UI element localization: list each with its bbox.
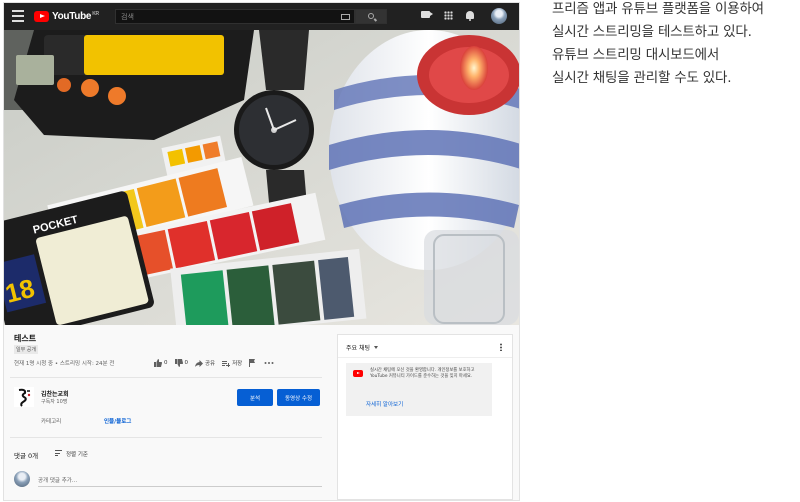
chat-mode-label: 주요 채팅	[346, 345, 370, 352]
top-bar: YouTubeKR 검색	[4, 3, 519, 30]
apps-grid-icon[interactable]	[444, 11, 453, 20]
search-icon	[368, 13, 374, 19]
live-chat-panel: 주요 채팅 실시간 채팅에 오신 것을 환영합니다. 개인정보를 보호하고 Yo…	[337, 334, 513, 500]
more-actions-button[interactable]	[264, 361, 276, 365]
keyboard-icon[interactable]	[341, 14, 350, 20]
like-button[interactable]: 0	[154, 359, 168, 367]
create-video-icon[interactable]	[421, 11, 433, 18]
category-label: 카테고리	[41, 419, 62, 425]
notifications-bell-icon[interactable]	[466, 11, 474, 21]
calligraphy-logo-icon	[18, 388, 31, 407]
thumbs-down-icon	[174, 359, 183, 367]
view-count-text: 현재 1명 시청 중 • 스트리밍 시작: 24분 전	[14, 361, 115, 367]
video-info-panel: 테스트 일부 공개 현재 1명 시청 중 • 스트리밍 시작: 24분 전 0 …	[4, 325, 334, 500]
caption-text: 프리즘 앱과 유튜브 플랫폼을 이용하여 실시간 스트리밍을 테스트하고 있다.…	[552, 0, 800, 90]
save-button[interactable]: 저장	[222, 359, 242, 367]
youtube-play-icon	[34, 10, 49, 22]
logo-text: YouTubeKR	[52, 11, 99, 22]
dislike-button[interactable]: 0	[174, 359, 189, 367]
comments-count: 댓글 0개	[14, 452, 39, 460]
caption-line: 프리즘 앱과 유튜브 플랫폼을 이용하여	[552, 1, 764, 17]
youtube-screenshot: YouTubeKR 검색 18 POCKET 테스트 일부 공개 현재 1명 시…	[4, 3, 519, 500]
video-player[interactable]: 18 POCKET	[4, 30, 519, 325]
channel-avatar[interactable]	[14, 387, 34, 407]
sort-label: 정렬 기준	[66, 452, 88, 458]
caption-line: 실시간 스트리밍을 테스트하고 있다.	[552, 24, 752, 40]
analytics-button[interactable]: 분석	[237, 389, 273, 406]
user-avatar	[14, 471, 30, 487]
share-button[interactable]: 공유	[195, 359, 215, 367]
divider	[10, 377, 322, 378]
search-button[interactable]	[355, 9, 387, 24]
share-label: 공유	[205, 361, 216, 367]
edit-video-button[interactable]: 동영상 수정	[277, 389, 320, 406]
divider	[10, 437, 322, 438]
search-input[interactable]: 검색	[115, 9, 355, 24]
account-avatar[interactable]	[491, 8, 507, 24]
video-title: 테스트	[14, 334, 37, 343]
search-placeholder: 검색	[121, 13, 134, 21]
chat-mode-dropdown[interactable]: 주요 채팅	[346, 343, 378, 352]
dislike-count: 0	[184, 360, 189, 366]
logo-wordmark: YouTube	[52, 10, 92, 22]
learn-more-link[interactable]: 자세히 알아보기	[366, 400, 403, 408]
save-label: 저장	[232, 361, 243, 367]
video-actions: 0 0 공유 저장	[154, 358, 283, 368]
thumbs-up-icon	[154, 359, 162, 367]
playlist-add-icon	[222, 360, 231, 367]
logo-country: KR	[92, 10, 99, 17]
like-count: 0	[164, 360, 168, 366]
visibility-badge: 일부 공개	[14, 345, 38, 354]
comment-input[interactable]: 공개 댓글 추가...	[38, 476, 322, 487]
youtube-logo[interactable]: YouTubeKR	[34, 10, 99, 22]
sort-comments-button[interactable]: 정렬 기준	[55, 450, 88, 458]
chevron-down-icon	[374, 346, 378, 349]
chat-welcome-notice: 실시간 채팅에 오신 것을 환영합니다. 개인정보를 보호하고 YouTube …	[346, 363, 492, 416]
sort-icon	[55, 450, 62, 458]
report-flag-button[interactable]	[249, 359, 257, 367]
subscriber-count: 구독자 10명	[41, 399, 68, 405]
channel-name[interactable]: 김찬는교회	[41, 389, 69, 398]
more-vertical-icon[interactable]	[500, 343, 502, 351]
caption-line: 유튜브 스트리밍 대시보드에서	[552, 47, 720, 63]
flag-icon	[249, 359, 256, 367]
notice-text: 실시간 채팅에 오신 것을 환영합니다. 개인정보를 보호하고 YouTube …	[370, 368, 475, 379]
hamburger-menu-icon[interactable]	[12, 10, 24, 22]
share-icon	[195, 359, 203, 367]
video-frame-image: 18 POCKET	[4, 30, 519, 325]
youtube-icon	[353, 370, 363, 377]
divider	[338, 357, 512, 358]
more-horizontal-icon	[264, 362, 274, 364]
category-link[interactable]: 인물/블로그	[104, 417, 131, 425]
caption-line: 실시간 채팅을 관리할 수도 있다.	[552, 70, 732, 86]
